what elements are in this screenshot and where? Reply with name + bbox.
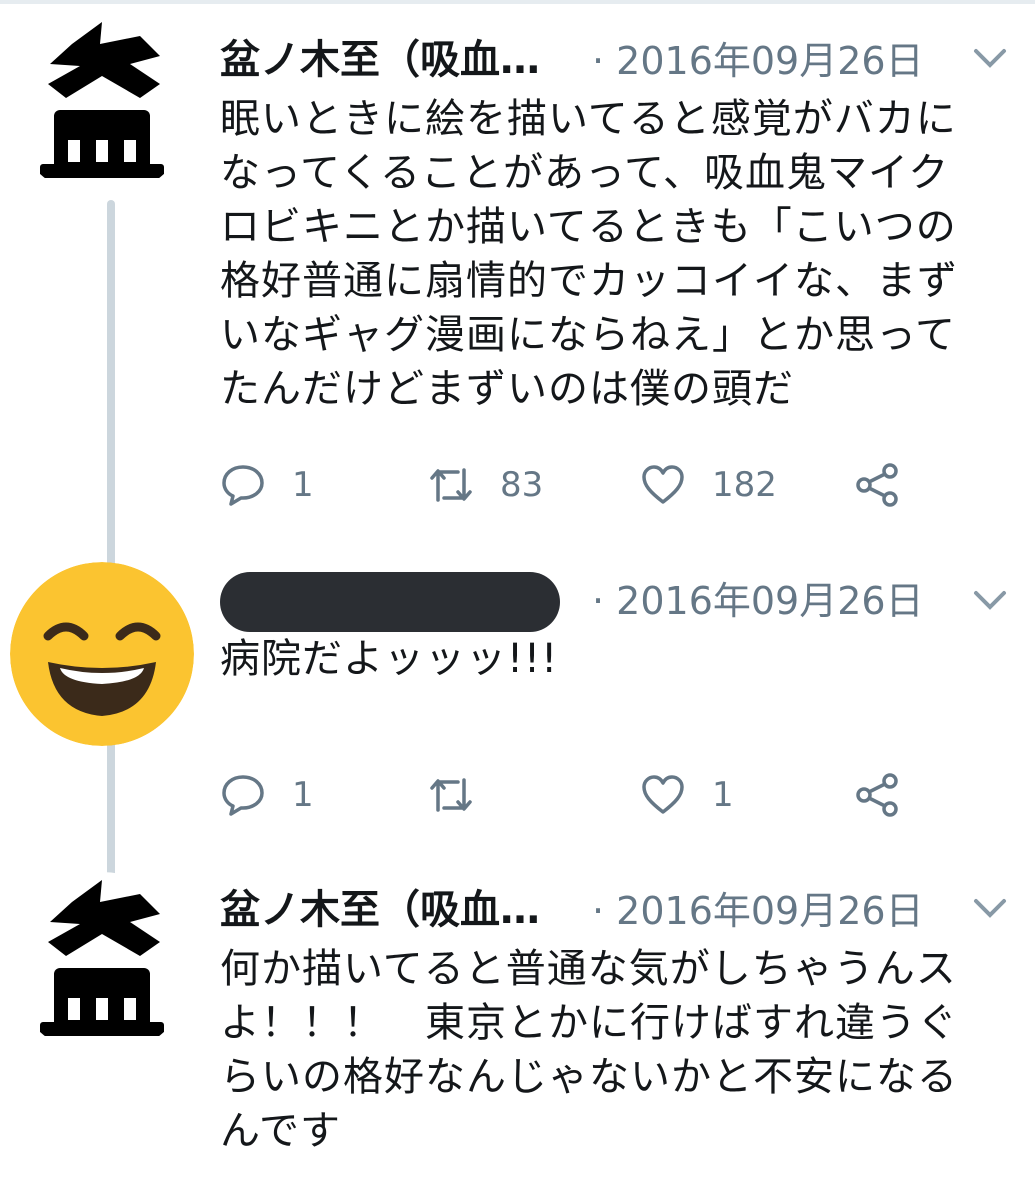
thread-connector-line	[107, 740, 115, 880]
tweet-text-line: なってくることがあって、吸血鬼マイク	[220, 150, 950, 196]
tweet-text: 眠いときに絵を描いてると感覚がバカに なってくることがあって、吸血鬼マイク ロビ…	[220, 92, 1010, 416]
redacted-author-name	[220, 572, 560, 632]
share-icon	[856, 463, 898, 507]
reply-icon	[222, 775, 264, 816]
chevron-down-icon[interactable]	[972, 588, 1008, 612]
retweet-icon	[430, 778, 472, 812]
tweet-date[interactable]: · 2016年09月26日	[592, 36, 924, 86]
tweet-date[interactable]: · 2016年09月26日	[592, 886, 924, 936]
chevron-down-icon[interactable]	[972, 46, 1008, 70]
chevron-down-icon[interactable]	[972, 896, 1008, 920]
tweet-text-line: 病院だよッッッ!!!	[220, 636, 559, 682]
heart-icon	[642, 775, 684, 814]
retweet-button[interactable]: 83	[428, 460, 543, 510]
tweet-text-line: よ！！！ 東京とかに行けばすれ違うぐ	[220, 1000, 958, 1046]
author-name[interactable]: 盆ノ木至（吸血…	[220, 34, 540, 86]
tweet-date[interactable]: · 2016年09月26日	[592, 576, 924, 626]
share-button[interactable]	[854, 460, 902, 510]
bon-logo-icon	[40, 22, 164, 178]
share-icon	[856, 773, 898, 817]
tweet-text-line: んです	[220, 1108, 341, 1154]
reply-count: 1	[292, 775, 314, 815]
like-button[interactable]: 182	[640, 460, 777, 510]
tweet-text-line: 格好普通に扇情的でカッコイイな、まず	[220, 258, 958, 304]
author-name[interactable]: 盆ノ木至（吸血…	[220, 884, 540, 936]
tweet-text-line: 眠いときに絵を描いてると感覚がバカに	[220, 96, 957, 142]
tweet-header: 盆ノ木至（吸血… · 2016年09月26日	[220, 34, 1035, 86]
bon-logo-icon	[40, 880, 164, 1036]
like-count: 182	[712, 465, 777, 505]
grinning-face-emoji-icon	[10, 562, 194, 746]
reply-count: 1	[292, 465, 314, 505]
retweet-count: 83	[500, 465, 544, 505]
tweet-text-line: ロビキニとか描いてるときも「こいつの	[220, 204, 957, 250]
tweet-header: · 2016年09月26日	[220, 572, 1035, 632]
avatar[interactable]	[10, 872, 194, 1056]
reply-button[interactable]: 1	[220, 460, 314, 510]
top-divider	[0, 0, 1035, 4]
share-button[interactable]	[854, 770, 902, 820]
tweet-text-line: たんだけどまずいのは僕の頭だ	[220, 366, 794, 412]
tweet-actions: 1 83 182	[220, 460, 1010, 510]
like-count: 1	[712, 775, 734, 815]
reply-button[interactable]: 1	[220, 770, 314, 820]
like-button[interactable]: 1	[640, 770, 734, 820]
avatar[interactable]	[10, 562, 194, 746]
tweet-text: 病院だよッッッ!!!	[220, 632, 1010, 686]
tweet-text-line: いなギャグ漫画にならねえ」とか思って	[220, 312, 956, 358]
tweet-header: 盆ノ木至（吸血… · 2016年09月26日	[220, 884, 1035, 936]
tweet-text: 何か描いてると普通な気がしちゃうんス よ！！！ 東京とかに行けばすれ違うぐ らい…	[220, 942, 1010, 1158]
retweet-icon	[430, 468, 472, 502]
reply-icon	[222, 465, 264, 506]
tweet-actions: 1 1	[220, 770, 1010, 820]
thread-connector-line	[107, 200, 115, 575]
tweet-text-line: らいの格好なんじゃないかと不安になる	[220, 1054, 958, 1100]
avatar[interactable]	[10, 14, 194, 198]
retweet-button[interactable]	[428, 770, 500, 820]
heart-icon	[642, 465, 684, 504]
tweet-text-line: 何か描いてると普通な気がしちゃうんス	[220, 946, 957, 992]
